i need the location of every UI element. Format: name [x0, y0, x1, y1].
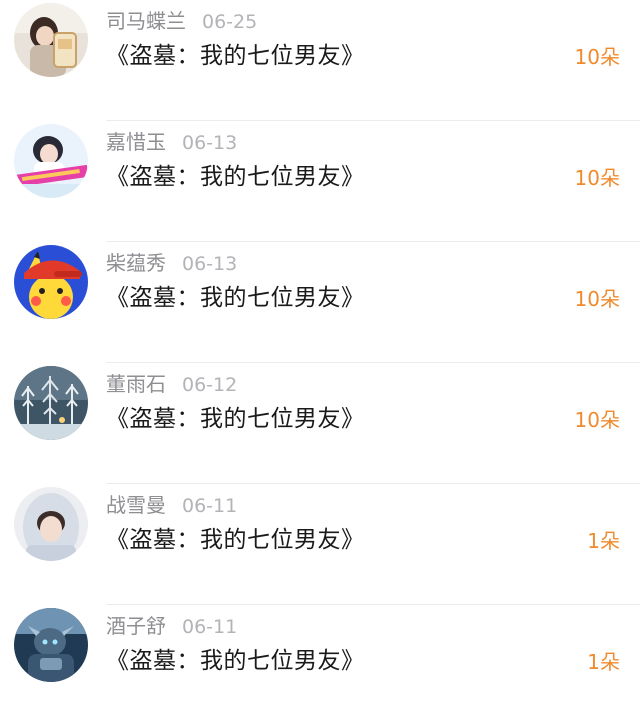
- gift-record-list: 司马蝶兰 06-25 《盗墓：我的七位男友》 10朵 嘉惜玉 06-13 《盗墓：我…: [0, 0, 640, 712]
- flower-amount: 1朵: [587, 529, 620, 553]
- list-item[interactable]: 战雪曼 06-11 《盗墓：我的七位男友》 1朵: [0, 484, 640, 605]
- list-item[interactable]: 酒子舒 06-11 《盗墓：我的七位男友》 1朵: [0, 605, 640, 712]
- flower-amount: 10朵: [574, 166, 620, 190]
- list-item[interactable]: 嘉惜玉 06-13 《盗墓：我的七位男友》 10朵: [0, 121, 640, 242]
- snowy-forest-avatar[interactable]: [14, 366, 88, 440]
- flower-amount: 1朵: [587, 650, 620, 674]
- send-date: 06-13: [182, 253, 238, 275]
- sender-name: 战雪曼: [106, 493, 166, 517]
- sender-name: 嘉惜玉: [106, 130, 166, 154]
- flower-amount: 10朵: [574, 408, 620, 432]
- send-date: 06-13: [182, 132, 238, 154]
- name-date-line: 战雪曼 06-11: [106, 490, 237, 520]
- book-title: 《盗墓：我的七位男友》: [106, 285, 365, 311]
- list-item[interactable]: 董雨石 06-12 《盗墓：我的七位男友》 10朵: [0, 363, 640, 484]
- send-date: 06-11: [182, 616, 238, 638]
- sender-name: 董雨石: [106, 372, 166, 396]
- girl-with-cup-avatar[interactable]: [14, 3, 88, 77]
- flower-amount: 10朵: [574, 45, 620, 69]
- girl-pink-banner-avatar[interactable]: [14, 124, 88, 198]
- sender-name: 柴蕴秀: [106, 251, 166, 275]
- name-date-line: 柴蕴秀 06-13: [106, 248, 237, 278]
- sender-name: 酒子舒: [106, 614, 166, 638]
- book-title: 《盗墓：我的七位男友》: [106, 527, 365, 553]
- name-date-line: 司马蝶兰 06-25: [106, 6, 257, 36]
- list-item[interactable]: 柴蕴秀 06-13 《盗墓：我的七位男友》 10朵: [0, 242, 640, 363]
- flower-amount: 10朵: [574, 287, 620, 311]
- list-item[interactable]: 司马蝶兰 06-25 《盗墓：我的七位男友》 10朵: [0, 0, 640, 121]
- sender-name: 司马蝶兰: [106, 9, 186, 33]
- send-date: 06-12: [182, 374, 238, 396]
- book-title: 《盗墓：我的七位男友》: [106, 164, 365, 190]
- girl-hood-avatar[interactable]: [14, 487, 88, 561]
- book-title: 《盗墓：我的七位男友》: [106, 406, 365, 432]
- send-date: 06-25: [202, 11, 258, 33]
- send-date: 06-11: [182, 495, 238, 517]
- pikachu-red-cap-avatar[interactable]: [14, 245, 88, 319]
- name-date-line: 董雨石 06-12: [106, 369, 237, 399]
- name-date-line: 嘉惜玉 06-13: [106, 127, 237, 157]
- book-title: 《盗墓：我的七位男友》: [106, 43, 365, 69]
- name-date-line: 酒子舒 06-11: [106, 611, 237, 641]
- book-title: 《盗墓：我的七位男友》: [106, 648, 365, 674]
- armored-warrior-avatar[interactable]: [14, 608, 88, 682]
